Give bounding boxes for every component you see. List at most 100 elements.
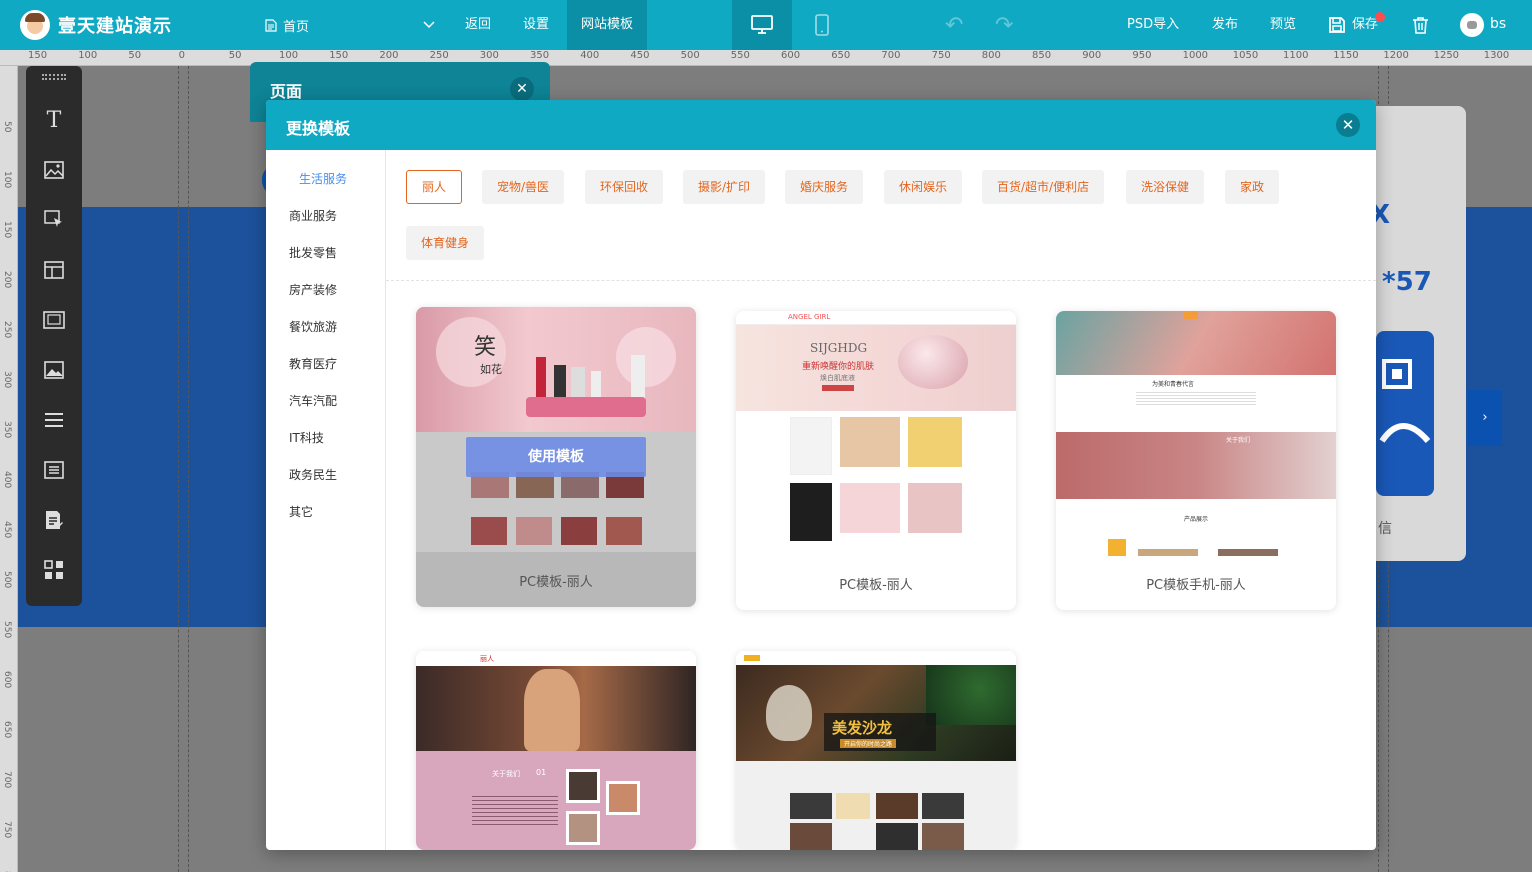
template-thumbnail: ANGEL GIRL SIJGHDG 重新唤醒你的肌肤 焕白肌底液 — [736, 311, 1016, 556]
thumb-brand: ANGEL GIRL — [788, 313, 831, 321]
category-item-government[interactable]: 政务民生 — [289, 466, 337, 483]
tag-housekeeping[interactable]: 家政 — [1225, 170, 1280, 204]
preview-button[interactable]: 预览 — [1270, 0, 1296, 50]
widgets-tool-icon[interactable] — [42, 558, 66, 582]
user-avatar[interactable] — [1460, 13, 1484, 37]
close-icon[interactable]: ✕ — [1336, 113, 1360, 137]
ruler-tick-label: 100 — [279, 50, 299, 61]
thumb-title: 美发沙龙 — [832, 719, 893, 737]
ruler-tick-label: 1300 — [1483, 50, 1510, 61]
layout-tool-icon[interactable] — [42, 258, 66, 282]
desktop-view-button[interactable] — [732, 0, 792, 50]
category-sidebar: 生活服务 商业服务 批发零售 房产装修 餐饮旅游 教育医疗 汽车汽配 IT科技 … — [266, 150, 386, 850]
tag-beauty[interactable]: 丽人 — [406, 170, 463, 204]
category-item-business[interactable]: 商业服务 — [289, 207, 337, 224]
gallery-tool-icon[interactable] — [42, 308, 66, 332]
menu-tool-icon[interactable] — [42, 408, 66, 432]
tag-photography[interactable]: 摄影/扩印 — [683, 170, 766, 204]
thumb-heading: SIJGHDG — [810, 341, 868, 355]
divider — [386, 280, 1376, 281]
app-logo: 壹天建站演示 — [20, 10, 172, 40]
picture-tool-icon[interactable] — [42, 358, 66, 382]
ruler-tick-label: 1250 — [1433, 50, 1460, 61]
save-icon — [1329, 17, 1345, 33]
tag-pets[interactable]: 宠物/兽医 — [482, 170, 565, 204]
tag-wedding[interactable]: 婚庆服务 — [785, 170, 864, 204]
thumb-title: 笑 — [474, 335, 497, 360]
thumb-about: 关于我们 — [1226, 437, 1251, 444]
text-tool-icon[interactable]: T — [42, 108, 66, 133]
template-label: PC模板-丽人 — [519, 575, 593, 590]
ruler-tick-label: 200 — [2, 271, 12, 289]
page-panel-close-icon[interactable]: ✕ — [510, 77, 534, 101]
desktop-icon — [751, 15, 773, 34]
tag-retail[interactable]: 百货/超市/便利店 — [982, 170, 1105, 204]
save-label: 保存 — [1352, 17, 1379, 32]
ruler-tick-label: 650 — [831, 50, 851, 61]
tag-leisure[interactable]: 休闲娱乐 — [884, 170, 963, 204]
category-item-automotive[interactable]: 汽车汽配 — [289, 392, 337, 409]
select-tool-icon[interactable] — [42, 208, 66, 232]
template-card[interactable]: ANGEL GIRL SIJGHDG 重新唤醒你的肌肤 焕白肌底液 PC模板-丽… — [736, 311, 1016, 610]
ruler-tick-label: 650 — [2, 721, 12, 739]
back-button[interactable]: 返回 — [465, 0, 491, 50]
save-button[interactable]: 保存 — [1328, 0, 1378, 50]
category-item-education-medical[interactable]: 教育医疗 — [289, 355, 337, 372]
template-label: PC模板-丽人 — [839, 578, 913, 593]
ruler-tick-label: 400 — [2, 471, 12, 489]
use-template-button[interactable]: 使用模板 — [466, 437, 646, 477]
category-item-other[interactable]: 其它 — [289, 503, 313, 520]
thumb-line1: 重新唤醒你的肌肤 — [802, 362, 875, 372]
ruler-tick-label: 50 — [2, 121, 12, 133]
template-card[interactable]: 丽人 关于我们 01 — [416, 651, 696, 850]
templates-button[interactable]: 网站模板 — [567, 0, 648, 50]
image-tool-icon[interactable] — [42, 158, 66, 182]
psd-import-button[interactable]: PSD导入 — [1127, 0, 1179, 50]
category-item-food-travel[interactable]: 餐饮旅游 — [289, 318, 337, 335]
ruler-tick-label: 1200 — [1383, 50, 1409, 61]
ruler-tick-label: 250 — [2, 321, 12, 339]
ruler-tick-label: 300 — [479, 50, 499, 61]
category-item-wholesale[interactable]: 批发零售 — [289, 244, 337, 261]
category-item-life-services[interactable]: 生活服务 — [299, 170, 347, 187]
thumb-about: 关于我们 — [492, 770, 520, 778]
unsaved-indicator — [1375, 12, 1385, 22]
ruler-tick-label: 350 — [530, 50, 550, 61]
template-card[interactable]: 为美和青春代言 关于我们 产品展示 PC模板手机-丽人 — [1056, 311, 1336, 610]
category-item-real-estate[interactable]: 房产装修 — [289, 281, 337, 298]
settings-button[interactable]: 设置 — [523, 0, 549, 50]
template-thumbnail: 为美和青春代言 关于我们 产品展示 — [1056, 311, 1336, 556]
list-tool-icon[interactable] — [42, 458, 66, 482]
redo-icon[interactable]: ↷ — [995, 13, 1013, 38]
publish-button[interactable]: 发布 — [1212, 0, 1238, 50]
ruler-tick-label: 200 — [379, 50, 399, 61]
drag-handle-icon[interactable] — [42, 74, 66, 80]
top-bar: 壹天建站演示 首页 返回 设置 网站模板 ↶ ↷ PSD导入 发布 预览 保存 … — [0, 0, 1532, 50]
qr-icon — [1379, 359, 1431, 444]
page-select[interactable]: 首页 — [265, 15, 435, 35]
template-card[interactable]: 笑 如花 使用模板 PC模板-丽人 — [416, 307, 696, 607]
undo-icon[interactable]: ↶ — [945, 13, 963, 38]
canvas-qr-block — [1376, 331, 1434, 496]
carousel-next-button[interactable]: › — [1468, 390, 1502, 446]
horizontal-ruler: 150 100 50 0 50 100 150 200 250 300 350 400 450 500 55… — [0, 50, 1532, 66]
guide-line — [188, 66, 189, 872]
delete-button[interactable] — [1412, 0, 1429, 50]
form-tool-icon[interactable] — [42, 508, 66, 532]
tag-sports[interactable]: 体育健身 — [406, 226, 485, 260]
user-name[interactable]: bs — [1490, 16, 1506, 32]
template-thumbnail: 丽人 关于我们 01 — [416, 651, 696, 850]
tag-recycling[interactable]: 环保回收 — [585, 170, 664, 204]
ruler-tick-label: 450 — [2, 521, 12, 539]
mobile-view-button[interactable] — [792, 0, 852, 50]
thumb-subtitle: 如花 — [480, 363, 502, 376]
thumb-heading: 为美和青春代言 — [1152, 381, 1195, 388]
template-label: PC模板手机-丽人 — [1146, 578, 1246, 593]
document-icon — [265, 18, 277, 32]
category-item-it-tech[interactable]: IT科技 — [289, 429, 324, 446]
ruler-tick-label: 1000 — [1182, 50, 1209, 61]
template-card[interactable]: 美发沙龙 开启你的时尚之路 — [736, 651, 1016, 850]
ruler-tick-label: 50 — [228, 50, 242, 61]
ruler-tick-label: 100 — [78, 50, 98, 61]
tag-bath[interactable]: 洗浴保健 — [1126, 170, 1205, 204]
